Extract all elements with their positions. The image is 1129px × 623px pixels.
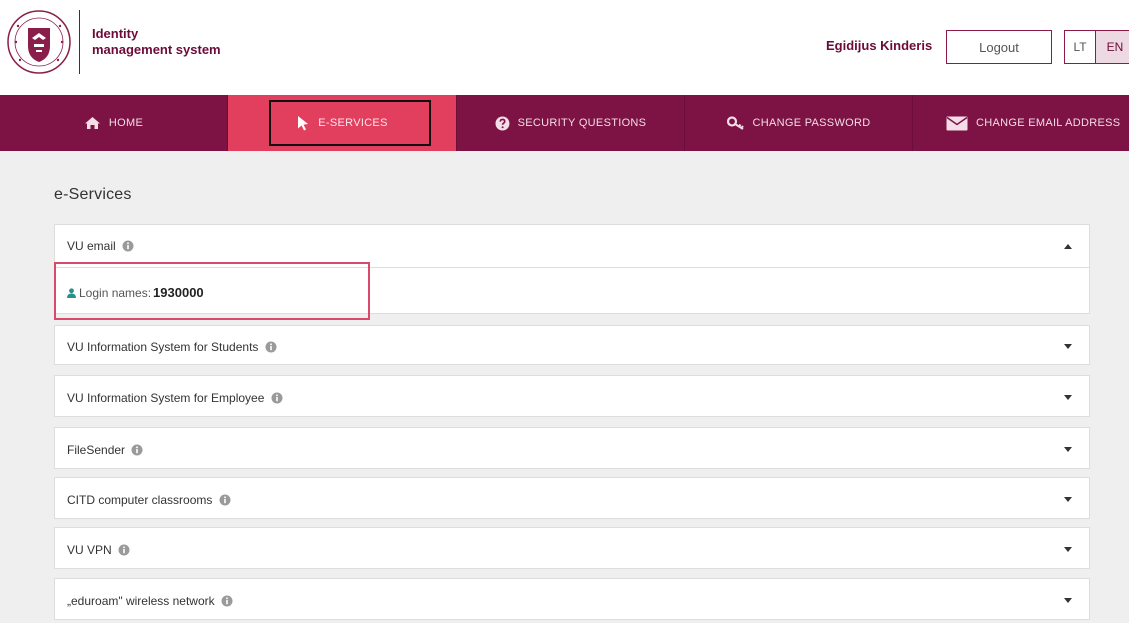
main-navigation: HOME E-SERVICES SECURITY QUESTIONS CHANG… <box>0 95 1129 151</box>
chevron-down-icon <box>1064 497 1072 502</box>
chevron-down-icon <box>1064 447 1072 452</box>
panel-label: FileSender <box>67 443 126 457</box>
e-services-focus-outline <box>269 100 431 146</box>
panel-filesender[interactable]: FileSender <box>54 427 1090 469</box>
panel-citd-classrooms[interactable]: CITD computer classrooms <box>54 477 1090 519</box>
envelope-icon <box>946 116 968 130</box>
nav-item-change-password[interactable]: CHANGE PASSWORD <box>685 95 912 151</box>
university-seal-logo <box>7 10 71 74</box>
chevron-down-icon <box>1064 344 1072 349</box>
panel-label: VU VPN <box>67 543 112 557</box>
app-title: Identity management system <box>92 26 221 58</box>
chevron-down-icon <box>1064 547 1072 552</box>
panel-label: „eduroam" wireless network <box>67 594 215 608</box>
panel-label: VU Information System for Employee <box>67 391 265 405</box>
app-title-line1: Identity <box>92 26 139 41</box>
info-icon[interactable] <box>219 494 231 506</box>
app-title-line2: management system <box>92 42 221 57</box>
user-name[interactable]: Egidijus Kinderis <box>826 38 932 53</box>
language-lt-button[interactable]: LT <box>1064 30 1096 64</box>
header: Identity management system Egidijus Kind… <box>0 0 1129 92</box>
info-icon[interactable] <box>122 240 134 252</box>
panel-eduroam[interactable]: „eduroam" wireless network <box>54 578 1090 620</box>
info-icon[interactable] <box>131 444 143 456</box>
panel-vu-is-students[interactable]: VU Information System for Students <box>54 325 1090 365</box>
home-icon <box>84 117 100 129</box>
info-icon[interactable] <box>271 392 283 404</box>
nav-item-home[interactable]: HOME <box>0 95 227 151</box>
logout-button[interactable]: Logout <box>946 30 1052 64</box>
chevron-up-icon <box>1064 244 1072 249</box>
chevron-down-icon <box>1064 598 1072 603</box>
chevron-down-icon <box>1064 395 1072 400</box>
nav-item-label: HOME <box>108 117 144 129</box>
logo-divider <box>79 10 80 74</box>
panel-vu-vpn[interactable]: VU VPN <box>54 527 1090 569</box>
panel-label: VU email <box>67 239 116 253</box>
question-icon <box>495 116 510 130</box>
panel-label: CITD computer classrooms <box>67 493 213 507</box>
info-icon[interactable] <box>221 595 233 607</box>
nav-item-label: SECURITY QUESTIONS <box>517 117 647 129</box>
panel-label-wrap: VU email <box>67 239 134 253</box>
panel-label: VU Information System for Students <box>67 340 259 354</box>
info-icon[interactable] <box>265 341 277 353</box>
page-title: e-Services <box>54 186 132 203</box>
key-icon <box>726 116 744 130</box>
panel-vu-is-employee[interactable]: VU Information System for Employee <box>54 375 1090 417</box>
language-en-button[interactable]: EN <box>1095 30 1129 64</box>
nav-item-security-questions[interactable]: SECURITY QUESTIONS <box>457 95 684 151</box>
login-names-highlight <box>54 262 370 320</box>
nav-item-label: CHANGE EMAIL ADDRESS <box>976 117 1121 129</box>
nav-item-label: CHANGE PASSWORD <box>752 117 871 129</box>
nav-item-change-email-address[interactable]: CHANGE EMAIL ADDRESS <box>913 95 1129 151</box>
page: Identity management system Egidijus Kind… <box>0 0 1129 623</box>
info-icon[interactable] <box>118 544 130 556</box>
